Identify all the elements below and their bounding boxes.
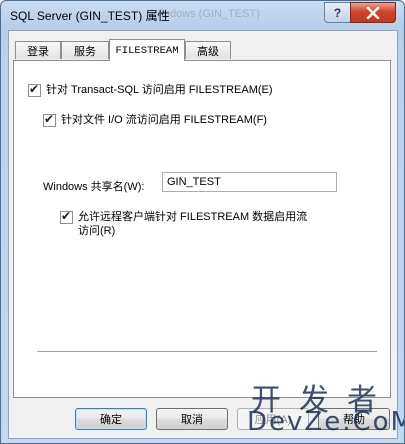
share-name-label: Windows 共享名(W):: [43, 181, 145, 193]
separator-line: [37, 351, 377, 353]
title-bar[interactable]: SQL Server (GIN_TEST) 属性 Windows (GIN_TE…: [1, 1, 404, 27]
help-icon: ?: [333, 5, 342, 20]
properties-dialog: SQL Server (GIN_TEST) 属性 Windows (GIN_TE…: [0, 0, 405, 444]
window-title: SQL Server (GIN_TEST) 属性: [10, 9, 170, 23]
check-icon: ✔: [61, 209, 72, 223]
tab-login[interactable]: 登录: [15, 41, 61, 59]
close-icon: [366, 6, 380, 19]
tab-filestream[interactable]: FILESTREAM: [109, 39, 185, 61]
allow-remote-checkbox[interactable]: ✔: [60, 209, 73, 224]
cancel-button[interactable]: 取消: [156, 408, 228, 430]
allow-remote-row[interactable]: ✔ 允许远程客户端针对 FILESTREAM 数据启用流访问(R): [60, 209, 318, 238]
filestream-panel: ✔ 针对 Transact-SQL 访问启用 FILESTREAM(E) ✔ 针…: [13, 60, 391, 398]
close-button[interactable]: [350, 2, 396, 23]
allow-remote-label: 允许远程客户端针对 FILESTREAM 数据启用流访问(R): [78, 211, 308, 237]
enable-tsql-checkbox[interactable]: ✔: [28, 82, 41, 97]
title-background-text: Windows (GIN_TEST): [151, 8, 260, 20]
check-icon: ✔: [44, 112, 55, 126]
enable-fileio-checkbox[interactable]: ✔: [43, 112, 56, 127]
share-name-input[interactable]: GIN_TEST: [162, 172, 337, 192]
enable-fileio-row[interactable]: ✔ 针对文件 I/O 流访问启用 FILESTREAM(F): [43, 112, 267, 127]
enable-fileio-label: 针对文件 I/O 流访问启用 FILESTREAM(F): [61, 114, 267, 126]
watermark-logo-en: DevZe.CoM: [247, 407, 405, 437]
help-title-button[interactable]: ?: [324, 2, 351, 23]
tab-service[interactable]: 服务: [61, 41, 109, 59]
check-icon: ✔: [29, 82, 40, 96]
tab-strip: 登录 服务 FILESTREAM 高级: [13, 39, 393, 61]
ok-button[interactable]: 确定: [75, 408, 147, 430]
enable-tsql-label: 针对 Transact-SQL 访问启用 FILESTREAM(E): [46, 84, 273, 96]
enable-tsql-row[interactable]: ✔ 针对 Transact-SQL 访问启用 FILESTREAM(E): [28, 82, 273, 97]
tab-advanced[interactable]: 高级: [185, 41, 231, 59]
